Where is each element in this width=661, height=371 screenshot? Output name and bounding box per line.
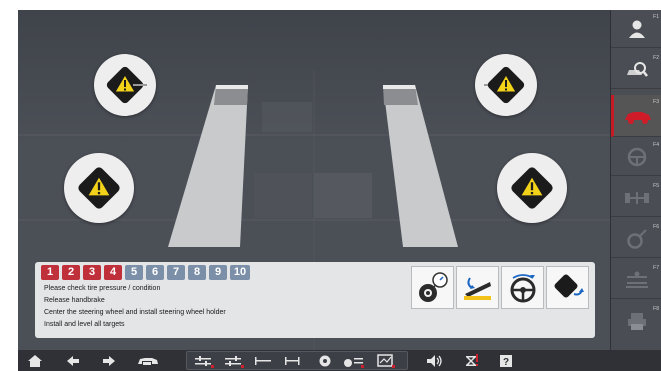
back-arrow-icon: [67, 355, 79, 366]
fkey-f2[interactable]: F2: [611, 51, 661, 89]
step-indicator: 1 2 3 4 5 6 7 8 9 10: [41, 265, 250, 280]
wheel-adjust-icon: [626, 228, 647, 249]
target-level-button[interactable]: [546, 266, 589, 309]
fkey-label: F1: [653, 14, 659, 20]
camber-button[interactable]: [339, 352, 367, 369]
wheelbase-icon: [285, 356, 300, 365]
sensor-rear-left[interactable]: [64, 153, 134, 223]
handbrake-button[interactable]: [456, 266, 499, 309]
warning-icon: [106, 66, 147, 104]
vehicle-db-icon: [138, 357, 158, 366]
step-3[interactable]: 3: [83, 265, 101, 280]
bottom-toolbar: ?: [18, 350, 661, 371]
wheelbase-button[interactable]: [281, 352, 305, 369]
instruction-line: Please check tire pressure / condition: [44, 285, 161, 292]
warning-icon: [511, 167, 553, 209]
adjust-1-icon: [195, 355, 211, 366]
alignment-app: 1 2 3 4 5 6 7 8 9 10 Please check tire p…: [0, 0, 661, 371]
fkey-label: F5: [653, 183, 659, 189]
adjust-2-icon: [225, 355, 241, 366]
step-8[interactable]: 8: [188, 265, 206, 280]
help-button[interactable]: ?: [496, 350, 516, 371]
fkey-label: F7: [653, 265, 659, 271]
lift-icon: [625, 271, 648, 288]
function-key-sidebar: F1 F2 F3 F4 F5 F6 F7 F8: [610, 10, 661, 350]
instruction-line: Center the steering wheel and install st…: [44, 309, 226, 316]
step-4[interactable]: 4: [104, 265, 122, 280]
adjust-1-button[interactable]: [191, 352, 215, 369]
target-level-icon: [554, 274, 584, 297]
measurement-toolbar-group: [186, 351, 408, 370]
tire-pressure-button[interactable]: [411, 266, 454, 309]
instruction-panel: 1 2 3 4 5 6 7 8 9 10 Please check tire p…: [35, 262, 595, 338]
car-icon: [625, 111, 651, 124]
instruction-list: Please check tire pressure / condition R…: [44, 283, 226, 331]
volume-icon: [427, 354, 442, 367]
sensor-front-left[interactable]: [94, 54, 156, 116]
fkey-label: F3: [653, 99, 659, 105]
step-6[interactable]: 6: [146, 265, 164, 280]
fkey-label: F6: [653, 224, 659, 230]
adjust-2-button[interactable]: [221, 352, 245, 369]
fkey-f5[interactable]: F5: [611, 179, 661, 217]
volume-button[interactable]: [424, 350, 446, 371]
vehicle-db-button[interactable]: [134, 350, 162, 371]
wheel-button[interactable]: [313, 352, 337, 369]
printer-icon: [627, 313, 646, 330]
steering-wheel-icon: [627, 147, 646, 166]
fkey-f4[interactable]: F4: [611, 138, 661, 176]
step-10[interactable]: 10: [230, 265, 250, 280]
fkey-f1[interactable]: F1: [611, 10, 661, 48]
axle-icon: [624, 191, 649, 204]
handbrake-release-icon: [463, 276, 491, 300]
home-button[interactable]: [24, 350, 46, 371]
back-button[interactable]: [62, 350, 84, 371]
vehicle-search-icon: [626, 61, 648, 77]
help-icon: ?: [500, 354, 512, 367]
tire-pressure-icon: [418, 271, 448, 302]
fkey-label: F4: [653, 142, 659, 148]
action-icon-row: [411, 266, 589, 309]
forward-arrow-icon: [103, 355, 115, 366]
home-icon: [28, 354, 42, 367]
person-icon: [628, 20, 645, 38]
track-width-icon: [255, 356, 271, 365]
step-9[interactable]: 9: [209, 265, 227, 280]
track-width-button[interactable]: [251, 352, 275, 369]
fkey-label: F2: [653, 55, 659, 61]
report-button[interactable]: [371, 352, 399, 369]
step-5[interactable]: 5: [125, 265, 143, 280]
sensor-front-right[interactable]: [475, 54, 537, 116]
fkey-f6[interactable]: F6: [611, 220, 661, 258]
steering-center-button[interactable]: [501, 266, 544, 309]
instruction-line: Release handbrake: [44, 297, 105, 304]
warning-icon: [78, 167, 120, 209]
sensor-rear-right[interactable]: [497, 153, 567, 223]
instruction-line: Install and level all targets: [44, 321, 125, 328]
fkey-f8[interactable]: F8: [611, 302, 661, 340]
wheel-icon: [319, 355, 331, 366]
lift-button[interactable]: [458, 350, 484, 371]
forward-button[interactable]: [98, 350, 120, 371]
step-7[interactable]: 7: [167, 265, 185, 280]
step-1[interactable]: 1: [41, 265, 59, 280]
step-2[interactable]: 2: [62, 265, 80, 280]
fkey-f3[interactable]: F3: [611, 95, 661, 137]
fkey-f7[interactable]: F7: [611, 261, 661, 299]
svg-text:?: ?: [503, 357, 509, 367]
warning-icon: [484, 66, 525, 104]
steering-wheel-center-icon: [510, 273, 535, 302]
fkey-label: F8: [653, 306, 659, 312]
